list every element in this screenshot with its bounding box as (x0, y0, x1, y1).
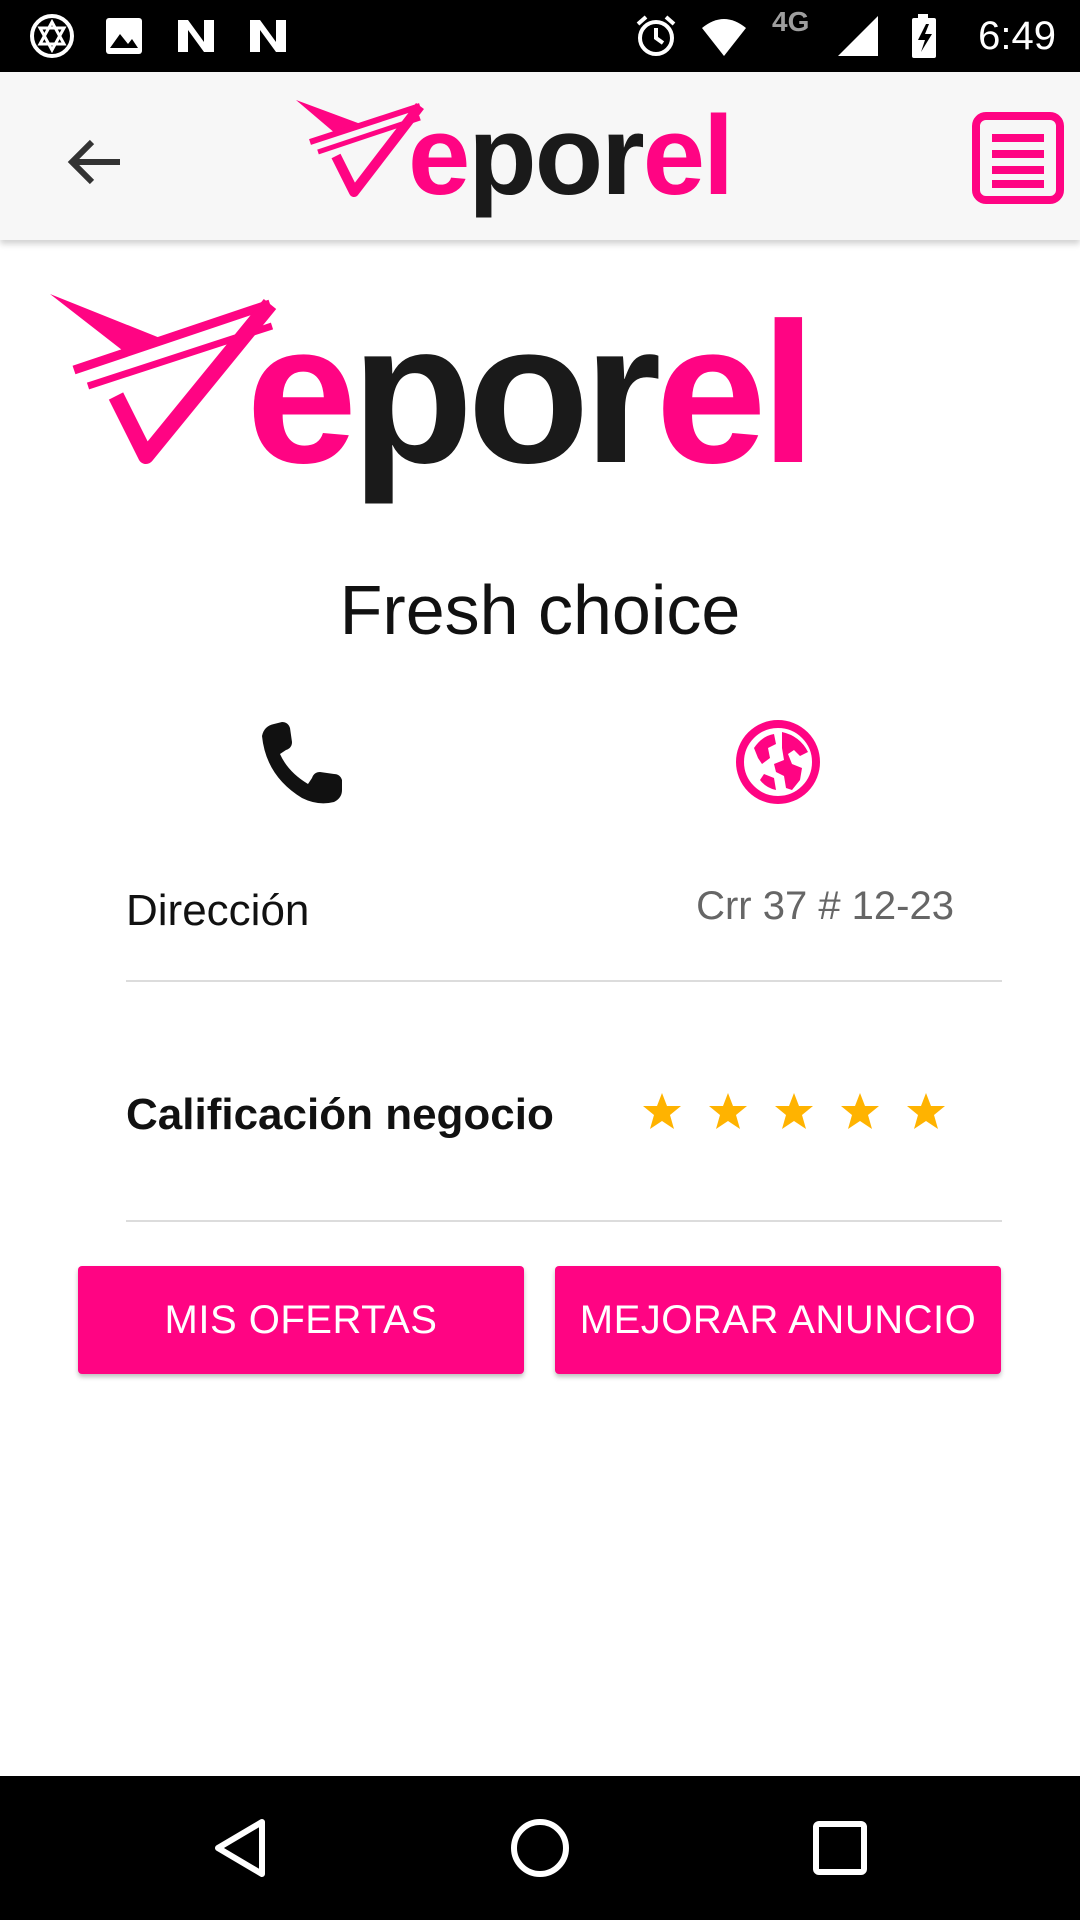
alarm-icon (636, 15, 676, 56)
app-bar: eporel (0, 72, 1080, 240)
business-name: Fresh choice (339, 571, 741, 649)
menu-icon[interactable] (970, 110, 1066, 206)
star-icon (775, 1093, 813, 1129)
app-logo: eporel (296, 96, 734, 218)
improve-ad-button[interactable]: MEJORAR ANUNCIO (555, 1266, 1001, 1374)
svg-text:eporel: eporel (408, 96, 732, 218)
phone-icon[interactable] (256, 718, 348, 810)
signal-icon (838, 16, 878, 56)
divider (126, 1220, 1002, 1222)
network-type: 4G (772, 6, 810, 37)
battery-icon (912, 14, 936, 58)
address-value: Crr 37 # 12-23 (696, 884, 954, 928)
system-nav-bar (0, 1776, 1080, 1920)
star-icon (841, 1093, 879, 1129)
rating-stars (640, 1090, 948, 1146)
clock: 6:49 (978, 14, 1056, 58)
star-icon (907, 1093, 945, 1129)
brand-logo: eporel (50, 286, 816, 505)
rating-label: Calificación negocio (126, 1090, 554, 1139)
n-icon (250, 20, 286, 52)
star-icon (643, 1093, 681, 1129)
svg-text:eporel: eporel (246, 286, 810, 505)
star-icon (709, 1093, 747, 1129)
nav-recents-icon[interactable] (804, 1812, 876, 1884)
address-label: Dirección (126, 886, 310, 935)
status-bar: 4G 6:49 (0, 0, 1080, 72)
my-offers-button[interactable]: MIS OFERTAS (78, 1266, 524, 1374)
wifi-icon (702, 19, 746, 56)
n-icon (178, 20, 214, 52)
image-icon (106, 18, 142, 54)
nav-home-icon[interactable] (504, 1812, 576, 1884)
divider (126, 980, 1002, 982)
app-icon (30, 14, 74, 58)
nav-back-icon[interactable] (204, 1812, 276, 1884)
arrow-back-icon[interactable] (56, 122, 136, 202)
globe-icon[interactable] (734, 718, 822, 806)
